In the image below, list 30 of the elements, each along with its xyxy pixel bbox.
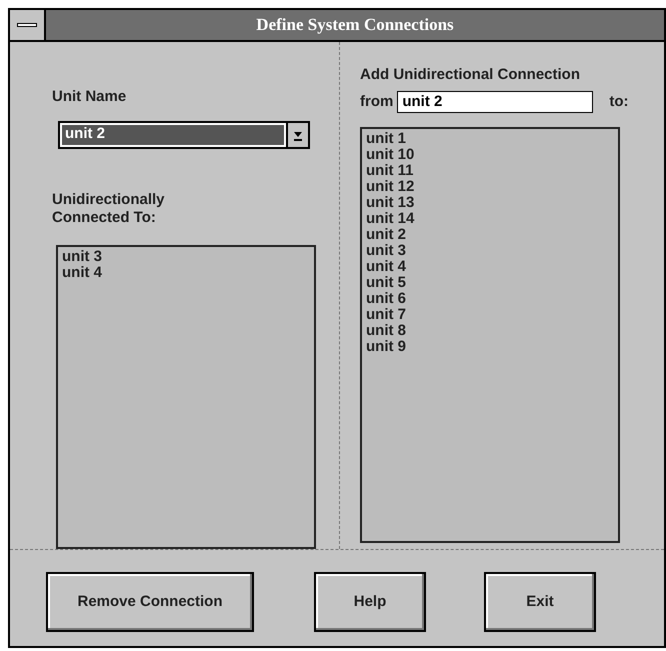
list-item[interactable]: unit 8 — [366, 323, 614, 339]
list-item[interactable]: unit 10 — [366, 147, 614, 163]
dialog-button[interactable]: Help — [314, 572, 426, 632]
unit-name-label: Unit Name — [52, 87, 128, 107]
dialog-button[interactable]: Exit — [484, 572, 596, 632]
list-item[interactable]: unit 4 — [62, 264, 310, 280]
from-label: from — [360, 92, 394, 112]
unit-name-dropdown[interactable]: unit 2 — [58, 120, 310, 148]
list-item[interactable]: unit 3 — [62, 248, 310, 264]
add-connection-label: Add Unidirectional Connection — [360, 65, 581, 85]
list-item[interactable]: unit 3 — [366, 243, 614, 259]
dialog-button[interactable]: Remove Connection — [46, 572, 254, 632]
list-item[interactable]: unit 1 — [366, 131, 614, 147]
system-menu-button[interactable] — [10, 10, 46, 40]
to-label: to: — [609, 92, 628, 112]
list-item[interactable]: unit 11 — [366, 163, 614, 179]
list-item[interactable]: unit 2 — [366, 227, 614, 243]
connected-to-label: Unidirectionally Connected To: — [52, 190, 166, 226]
selected-unit: unit 2 — [65, 124, 105, 144]
list-item[interactable]: unit 6 — [366, 291, 614, 307]
list-item[interactable]: unit 14 — [366, 211, 614, 227]
list-item[interactable]: unit 13 — [366, 195, 614, 211]
list-item[interactable]: unit 5 — [366, 275, 614, 291]
list-item[interactable]: unit 12 — [366, 179, 614, 195]
list-item[interactable]: unit 9 — [366, 339, 614, 355]
dash-icon — [17, 23, 37, 27]
window-title: Define System Connections — [256, 14, 454, 36]
from-field[interactable]: unit 2 — [397, 90, 594, 113]
list-item[interactable]: unit 4 — [366, 259, 614, 275]
list-item[interactable]: unit 7 — [366, 307, 614, 323]
